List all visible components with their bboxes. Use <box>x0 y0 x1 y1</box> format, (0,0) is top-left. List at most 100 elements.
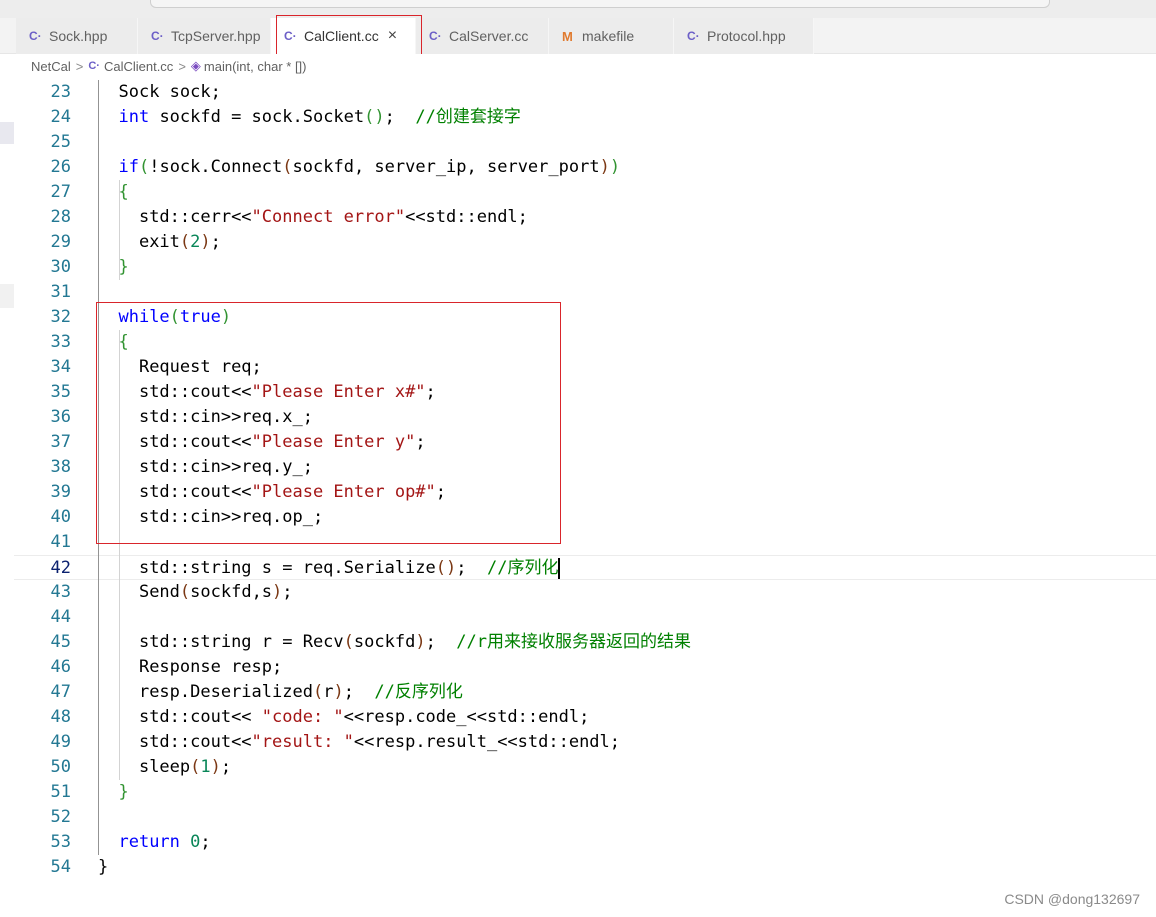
code-line[interactable]: 37 std::cout<<"Please Enter y"; <box>14 430 1156 455</box>
code-token: sleep <box>138 757 191 777</box>
code-token: std::string r = Recv <box>138 632 344 652</box>
code-line[interactable]: 31 <box>14 280 1156 305</box>
chevron-right-icon: > <box>75 58 84 74</box>
bracket-token: ) <box>415 632 426 652</box>
code-token: !sock.Connect <box>149 157 283 177</box>
code-token: Response resp; <box>138 657 283 677</box>
code-text: } <box>98 780 128 805</box>
code-line[interactable]: 46 Response resp; <box>14 655 1156 680</box>
breadcrumb-symbol[interactable]: main(int, char * []) <box>204 59 307 74</box>
line-number: 53 <box>50 832 71 852</box>
code-text: } <box>98 855 108 880</box>
keyword-token: true <box>179 307 221 327</box>
code-line[interactable]: 32 while(true) <box>14 305 1156 330</box>
bracket-token: ) <box>599 157 610 177</box>
indent-guide <box>119 330 120 780</box>
tab-makefile[interactable]: Mmakefile <box>549 18 674 54</box>
code-line[interactable]: 27 { <box>14 180 1156 205</box>
code-line[interactable]: 49 std::cout<<"result: "<<resp.result_<<… <box>14 730 1156 755</box>
method-icon: ◈ <box>190 58 201 73</box>
code-token: ; <box>435 482 447 502</box>
line-number: 43 <box>50 582 71 602</box>
code-line[interactable]: 47 resp.Deserialized(r); //反序列化 <box>14 680 1156 705</box>
breadcrumb-folder[interactable]: NetCal <box>31 59 71 74</box>
code-line[interactable]: 23 Sock sock; <box>14 80 1156 105</box>
code-text: std::cout<<"Please Enter op#"; <box>98 480 446 505</box>
string-token: "code: " <box>261 707 344 727</box>
comment-token: //创建套接字 <box>415 107 521 127</box>
line-number: 34 <box>50 357 71 377</box>
line-number: 24 <box>50 107 71 127</box>
tab-calclient-cc[interactable]: C· CalClient.cc × <box>271 18 416 54</box>
command-center[interactable] <box>150 0 1050 8</box>
code-line[interactable]: 30 } <box>14 255 1156 280</box>
string-token: "Connect error" <box>251 207 406 227</box>
tab-sock-hpp[interactable]: C· Sock.hpp <box>16 18 138 54</box>
code-line[interactable]: 24 int sockfd = sock.Socket(); //创建套接字 <box>14 105 1156 130</box>
code-line[interactable]: 54} <box>14 855 1156 880</box>
code-token: <<resp.result_<<std::endl; <box>353 732 621 752</box>
bracket-token: ) <box>210 757 221 777</box>
code-line[interactable]: 29 exit(2); <box>14 230 1156 255</box>
code-line[interactable]: 51 } <box>14 780 1156 805</box>
code-line[interactable]: 35 std::cout<<"Please Enter x#"; <box>14 380 1156 405</box>
code-token: r <box>323 682 334 702</box>
bracket-token: ) <box>609 157 621 177</box>
code-line[interactable]: 52 <box>14 805 1156 830</box>
code-line[interactable]: 41 <box>14 530 1156 555</box>
code-token: exit <box>138 232 180 252</box>
bracket-token: ( <box>282 157 293 177</box>
bracket-token: } <box>118 257 129 277</box>
bracket-token: ( <box>343 632 354 652</box>
tab-calserver-cc[interactable]: C· CalServer.cc <box>416 18 549 54</box>
code-text: Send(sockfd,s); <box>98 580 293 605</box>
code-line[interactable]: 44 <box>14 605 1156 630</box>
string-token: "Please Enter op#" <box>251 482 436 502</box>
code-text: std::cout<< "code: "<<resp.code_<<std::e… <box>98 705 589 730</box>
line-number: 36 <box>50 407 71 427</box>
code-line[interactable]: 26 if(!sock.Connect(sockfd, server_ip, s… <box>14 155 1156 180</box>
sidebar-edge <box>0 78 14 917</box>
code-text: resp.Deserialized(r); //反序列化 <box>98 680 463 705</box>
code-token: Request req; <box>138 357 262 377</box>
code-line[interactable]: 36 std::cin>>req.x_; <box>14 405 1156 430</box>
code-line[interactable]: 53 return 0; <box>14 830 1156 855</box>
watermark: CSDN @dong132697 <box>1004 891 1140 907</box>
tab-protocol-hpp[interactable]: C· Protocol.hpp <box>674 18 814 54</box>
code-text: std::cout<<"Please Enter x#"; <box>98 380 436 405</box>
code-line[interactable]: 43 Send(sockfd,s); <box>14 580 1156 605</box>
tab-list: C· Sock.hpp C· TcpServer.hpp C· CalClient.cc ×… <box>16 18 814 54</box>
bracket-token: () <box>435 558 457 578</box>
tab-tcpserver-hpp[interactable]: C· TcpServer.hpp <box>138 18 271 54</box>
close-icon[interactable]: × <box>388 27 397 45</box>
code-text: std::string s = req.Serialize(); //序列化 <box>98 556 561 581</box>
code-line[interactable]: 25 <box>14 130 1156 155</box>
bracket-token: ( <box>169 307 180 327</box>
code-line[interactable]: 33 { <box>14 330 1156 355</box>
code-line[interactable]: 45 std::string r = Recv(sockfd); //r用来接收… <box>14 630 1156 655</box>
code-token: ; <box>415 432 426 452</box>
code-line[interactable]: 34 Request req; <box>14 355 1156 380</box>
code-token: resp.Deserialized <box>138 682 313 702</box>
code-line[interactable]: 42 std::string s = req.Serialize(); //序列… <box>14 555 1156 580</box>
string-token: "Please Enter y" <box>251 432 416 452</box>
code-line[interactable]: 28 std::cerr<<"Connect error"<<std::endl… <box>14 205 1156 230</box>
code-editor[interactable]: 23 Sock sock; 24 int sockfd = sock.Socket… <box>14 80 1156 880</box>
code-line[interactable]: 38 std::cin>>req.y_; <box>14 455 1156 480</box>
code-line[interactable]: 50 sleep(1); <box>14 755 1156 780</box>
code-token: ; <box>210 232 221 252</box>
code-line[interactable]: 39 std::cout<<"Please Enter op#"; <box>14 480 1156 505</box>
code-token: std::cin>>req.x_; <box>138 407 313 427</box>
code-line[interactable]: 48 std::cout<< "code: "<<resp.code_<<std… <box>14 705 1156 730</box>
code-text: if(!sock.Connect(sockfd, server_ip, serv… <box>98 155 620 180</box>
chevron-right-icon: > <box>178 58 186 74</box>
line-number: 49 <box>50 732 71 752</box>
code-token: ; <box>456 558 487 578</box>
breadcrumb-file[interactable]: CalClient.cc <box>104 59 173 74</box>
code-token: sockfd = sock.Socket <box>149 107 365 127</box>
code-line[interactable]: 40 std::cin>>req.op_; <box>14 505 1156 530</box>
keyword-token: while <box>118 307 170 327</box>
tab-label: Protocol.hpp <box>707 28 786 44</box>
line-number: 23 <box>50 82 71 102</box>
